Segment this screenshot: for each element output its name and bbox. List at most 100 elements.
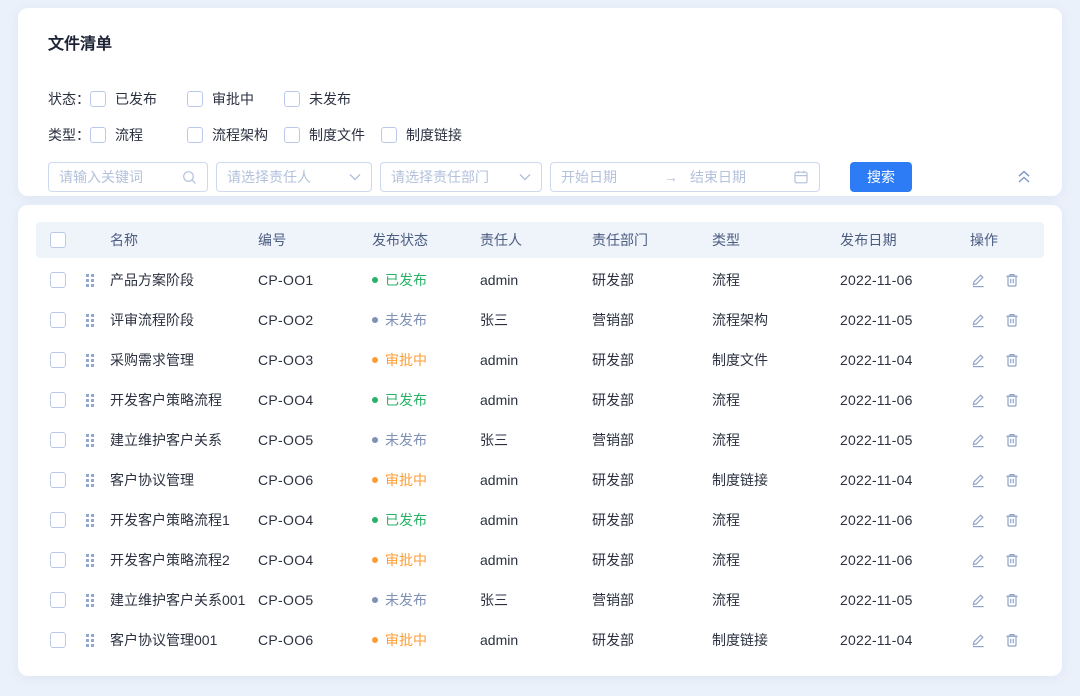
delete-button[interactable] xyxy=(1004,512,1020,528)
cell-department: 营销部 xyxy=(592,310,712,330)
drag-handle-icon[interactable] xyxy=(86,434,94,447)
cell-date: 2022-11-06 xyxy=(840,272,962,288)
edit-button[interactable] xyxy=(970,552,986,568)
cell-code: CP-OO2 xyxy=(258,312,372,328)
type-filter-checkbox[interactable] xyxy=(284,127,300,143)
cell-name: 评审流程阶段 xyxy=(110,310,258,330)
cell-type: 流程 xyxy=(712,550,840,570)
edit-button[interactable] xyxy=(970,392,986,408)
edit-button[interactable] xyxy=(970,432,986,448)
cell-date: 2022-11-05 xyxy=(840,592,962,608)
edit-pencil-icon xyxy=(970,472,986,488)
drag-handle-icon[interactable] xyxy=(86,314,94,327)
row-checkbox[interactable] xyxy=(50,632,66,648)
row-checkbox[interactable] xyxy=(50,472,66,488)
type-filter-option[interactable]: 流程架构 xyxy=(187,125,284,145)
edit-button[interactable] xyxy=(970,272,986,288)
cell-department: 研发部 xyxy=(592,510,712,530)
cell-name: 建立维护客户关系001 xyxy=(110,590,258,610)
cell-name: 建立维护客户关系 xyxy=(110,430,258,450)
delete-button[interactable] xyxy=(1004,432,1020,448)
edit-pencil-icon xyxy=(970,512,986,528)
type-filter-option[interactable]: 制度文件 xyxy=(284,125,381,145)
edit-button[interactable] xyxy=(970,352,986,368)
delete-button[interactable] xyxy=(1004,592,1020,608)
cell-name: 客户协议管理001 xyxy=(110,630,258,650)
cell-department: 研发部 xyxy=(592,390,712,410)
delete-button[interactable] xyxy=(1004,352,1020,368)
cell-name: 开发客户策略流程 xyxy=(110,390,258,410)
cell-department: 营销部 xyxy=(592,430,712,450)
delete-button[interactable] xyxy=(1004,312,1020,328)
delete-button[interactable] xyxy=(1004,632,1020,648)
department-placeholder: 请选择责任部门 xyxy=(391,167,519,187)
trash-icon xyxy=(1004,392,1020,408)
cell-code: CP-OO6 xyxy=(258,472,372,488)
row-checkbox[interactable] xyxy=(50,592,66,608)
owner-select[interactable]: 请选择责任人 xyxy=(216,162,372,192)
delete-button[interactable] xyxy=(1004,552,1020,568)
type-filter-checkbox[interactable] xyxy=(187,127,203,143)
drag-handle-icon[interactable] xyxy=(86,594,94,607)
type-filter-checkbox[interactable] xyxy=(381,127,397,143)
page-title: 文件清单 xyxy=(48,8,1032,54)
row-checkbox[interactable] xyxy=(50,552,66,568)
keyword-input[interactable]: 请输入关键词 xyxy=(48,162,208,192)
drag-handle-icon[interactable] xyxy=(86,274,94,287)
drag-handle-icon[interactable] xyxy=(86,394,94,407)
table-row: 建立维护客户关系 CP-OO5 未发布 张三 营销部 流程 2022-11-05 xyxy=(36,420,1044,460)
edit-button[interactable] xyxy=(970,632,986,648)
cell-date: 2022-11-06 xyxy=(840,392,962,408)
owner-placeholder: 请选择责任人 xyxy=(227,167,349,187)
table-row: 客户协议管理 CP-OO6 审批中 admin 研发部 制度链接 2022-11… xyxy=(36,460,1044,500)
calendar-icon xyxy=(793,169,809,185)
row-checkbox[interactable] xyxy=(50,512,66,528)
drag-handle-icon[interactable] xyxy=(86,354,94,367)
edit-button[interactable] xyxy=(970,512,986,528)
column-header-status: 发布状态 xyxy=(372,230,480,250)
type-filter-checkbox[interactable] xyxy=(90,127,106,143)
drag-handle-icon[interactable] xyxy=(86,554,94,567)
cell-owner: admin xyxy=(480,352,592,368)
edit-button[interactable] xyxy=(970,592,986,608)
row-checkbox[interactable] xyxy=(50,392,66,408)
edit-button[interactable] xyxy=(970,312,986,328)
cell-owner: admin xyxy=(480,392,592,408)
department-select[interactable]: 请选择责任部门 xyxy=(380,162,542,192)
cell-date: 2022-11-04 xyxy=(840,632,962,648)
status-filter-checkbox[interactable] xyxy=(90,91,106,107)
row-checkbox[interactable] xyxy=(50,272,66,288)
edit-pencil-icon xyxy=(970,312,986,328)
status-dot-icon xyxy=(372,517,378,523)
cell-code: CP-OO3 xyxy=(258,352,372,368)
row-checkbox[interactable] xyxy=(50,352,66,368)
status-filter-checkbox[interactable] xyxy=(284,91,300,107)
drag-handle-icon[interactable] xyxy=(86,474,94,487)
status-label: 未发布 xyxy=(385,590,427,610)
drag-handle-icon[interactable] xyxy=(86,634,94,647)
drag-handle-icon[interactable] xyxy=(86,514,94,527)
select-all-checkbox[interactable] xyxy=(50,232,66,248)
table-row: 评审流程阶段 CP-OO2 未发布 张三 营销部 流程架构 2022-11-05 xyxy=(36,300,1044,340)
status-filter-option[interactable]: 未发布 xyxy=(284,89,381,109)
delete-button[interactable] xyxy=(1004,472,1020,488)
delete-button[interactable] xyxy=(1004,272,1020,288)
status-filter-option[interactable]: 审批中 xyxy=(187,89,284,109)
type-filter-option[interactable]: 制度链接 xyxy=(381,125,478,145)
status-label: 审批中 xyxy=(385,350,427,370)
edit-button[interactable] xyxy=(970,472,986,488)
column-header-name: 名称 xyxy=(110,230,258,250)
status-badge: 已发布 xyxy=(372,270,427,290)
status-filter-checkbox[interactable] xyxy=(187,91,203,107)
date-range-input[interactable]: 开始日期 → 结束日期 xyxy=(550,162,820,192)
row-checkbox[interactable] xyxy=(50,312,66,328)
status-filter-option[interactable]: 已发布 xyxy=(90,89,187,109)
collapse-filters-button[interactable] xyxy=(1016,170,1032,184)
row-checkbox[interactable] xyxy=(50,432,66,448)
search-button[interactable]: 搜索 xyxy=(850,162,912,192)
cell-date: 2022-11-06 xyxy=(840,552,962,568)
cell-name: 客户协议管理 xyxy=(110,470,258,490)
type-filter-option[interactable]: 流程 xyxy=(90,125,187,145)
delete-button[interactable] xyxy=(1004,392,1020,408)
status-checkbox-group: 已发布审批中未发布 xyxy=(90,89,381,109)
